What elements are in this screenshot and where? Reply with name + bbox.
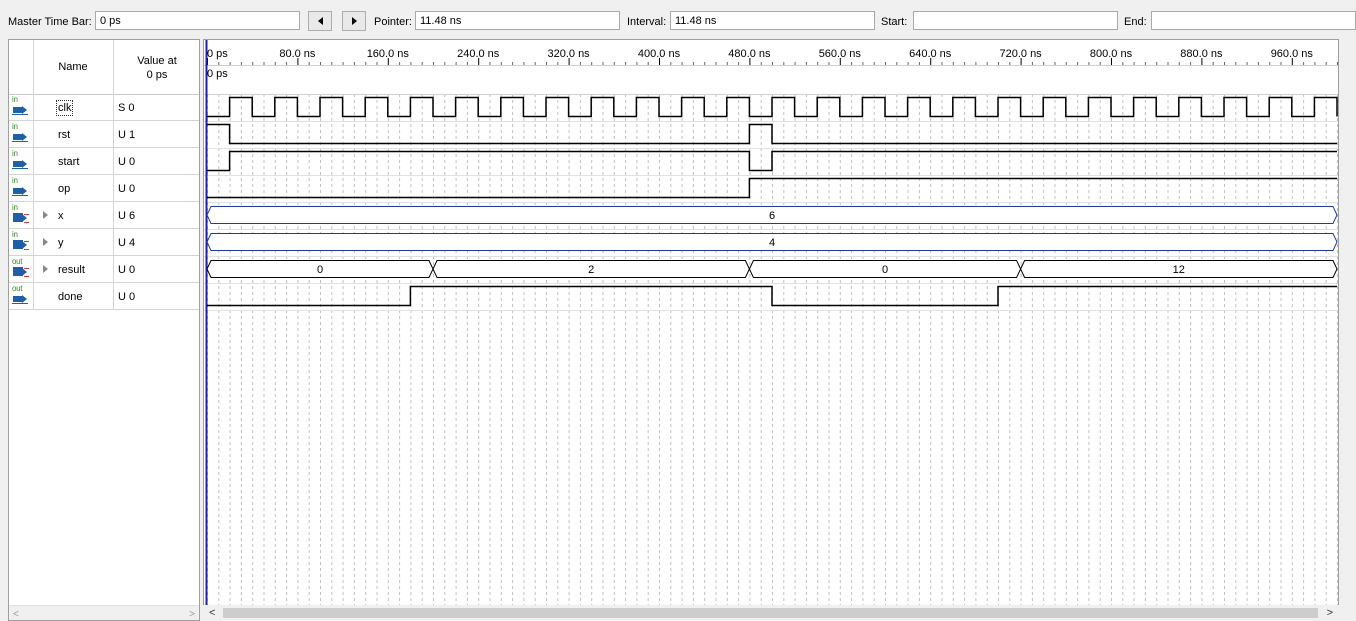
input-pin-icon: in bbox=[12, 176, 30, 197]
bus-value-label: 4 bbox=[769, 237, 775, 249]
signal-value: U 4 bbox=[118, 237, 136, 249]
value-column-header[interactable]: Value at 0 ps bbox=[114, 54, 199, 82]
start-label: Start: bbox=[881, 16, 908, 28]
master-time-bar-field[interactable]: 0 ps bbox=[95, 11, 300, 30]
signal-list-panel: Name Value at 0 ps in clk S 0 in rst U 1 in sta… bbox=[8, 39, 200, 621]
toolbar: Master Time Bar: 0 ps Pointer: 11.48 ns … bbox=[0, 0, 1356, 38]
signal-row[interactable]: in op U 0 bbox=[9, 175, 199, 202]
signal-name: done bbox=[58, 291, 83, 303]
value-header-line1: Value at bbox=[137, 55, 177, 67]
signal-value: S 0 bbox=[118, 102, 135, 114]
time-tick-label: 800.0 ns bbox=[1090, 48, 1133, 60]
time-tick-label: 880.0 ns bbox=[1180, 48, 1223, 60]
value-header-line2: 0 ps bbox=[146, 69, 168, 81]
waveform-hscrollbar[interactable]: < > bbox=[203, 605, 1339, 621]
pointer-label: Pointer: bbox=[374, 16, 412, 28]
name-column-header[interactable]: Name bbox=[33, 61, 113, 73]
bus-value-label: 0 bbox=[317, 264, 323, 276]
time-tick-label: 960.0 ns bbox=[1271, 48, 1314, 60]
signal-value: U 0 bbox=[118, 291, 136, 303]
output-pin-icon: out bbox=[12, 284, 30, 305]
scroll-left-icon[interactable]: < bbox=[209, 607, 215, 619]
input-pin-icon: in bbox=[12, 203, 30, 224]
start-field[interactable] bbox=[913, 11, 1118, 30]
time-tick-label: 560.0 ns bbox=[819, 48, 862, 60]
signal-name: result bbox=[58, 264, 85, 276]
arrow-left-icon bbox=[317, 17, 323, 25]
expand-icon[interactable] bbox=[43, 238, 48, 246]
time-tick-label: 240.0 ns bbox=[457, 48, 500, 60]
time-tick-label: 0 ps bbox=[207, 48, 228, 60]
input-pin-icon: in bbox=[12, 95, 30, 116]
master-time-bar-label: Master Time Bar: bbox=[8, 16, 92, 28]
scroll-right-icon[interactable]: > bbox=[1327, 607, 1333, 619]
expand-icon[interactable] bbox=[43, 265, 48, 273]
signal-row[interactable]: in rst U 1 bbox=[9, 121, 199, 148]
waveform-done[interactable] bbox=[207, 285, 1337, 307]
signal-value: U 0 bbox=[118, 183, 136, 195]
input-pin-icon: in bbox=[12, 149, 30, 170]
signal-row[interactable]: in y U 4 bbox=[9, 229, 199, 256]
interval-label: Interval: bbox=[627, 16, 667, 28]
signal-name: op bbox=[58, 183, 71, 195]
input-pin-icon: in bbox=[12, 122, 30, 143]
waveform-canvas[interactable]: 0 ps 80.0 ns 160.0 ns 240.0 ns 320.0 ns 400.0… bbox=[204, 40, 1339, 621]
scroll-left-icon[interactable]: < bbox=[13, 609, 19, 620]
time-tick-label: 640.0 ns bbox=[909, 48, 952, 60]
signal-name: start bbox=[58, 156, 80, 168]
signal-value: U 1 bbox=[118, 129, 136, 141]
waveform-op[interactable] bbox=[207, 177, 1337, 199]
bus-value-label: 2 bbox=[588, 264, 594, 276]
time-tick-label: 160.0 ns bbox=[367, 48, 410, 60]
signal-name: x bbox=[58, 210, 64, 222]
signal-value: U 0 bbox=[118, 264, 136, 276]
time-tick-label: 720.0 ns bbox=[999, 48, 1042, 60]
signal-name: clk bbox=[55, 100, 74, 116]
output-pin-icon: out bbox=[12, 257, 30, 278]
master-time-marker-label: 0 ps bbox=[207, 68, 228, 80]
signal-row[interactable]: in x U 6 bbox=[9, 202, 199, 229]
scroll-right-icon[interactable]: > bbox=[189, 609, 195, 620]
next-transition-button[interactable] bbox=[342, 11, 366, 31]
waveform-vscrollbar[interactable] bbox=[1339, 39, 1356, 605]
time-tick-label: 80.0 ns bbox=[279, 48, 316, 60]
waveform-panel[interactable]: 0 ps 80.0 ns 160.0 ns 240.0 ns 320.0 ns 400.0… bbox=[203, 39, 1339, 621]
interval-field[interactable]: 11.48 ns bbox=[670, 11, 875, 30]
signal-list-header: Name Value at 0 ps bbox=[9, 40, 199, 95]
bus-value-label: 6 bbox=[769, 210, 775, 222]
arrow-right-icon bbox=[351, 17, 357, 25]
signal-name: rst bbox=[58, 129, 71, 141]
signal-name: y bbox=[58, 237, 64, 249]
expand-icon[interactable] bbox=[43, 211, 48, 219]
signal-row[interactable]: out done U 0 bbox=[9, 283, 199, 310]
bus-value-label: 0 bbox=[882, 264, 888, 276]
waveform-rst[interactable] bbox=[207, 123, 1337, 145]
input-pin-icon: in bbox=[12, 230, 30, 251]
time-tick-label: 320.0 ns bbox=[547, 48, 590, 60]
signal-row[interactable]: out result U 0 bbox=[9, 256, 199, 283]
end-field[interactable] bbox=[1151, 11, 1356, 30]
time-tick-label: 400.0 ns bbox=[638, 48, 681, 60]
bus-value-label: 12 bbox=[1173, 264, 1185, 276]
prev-transition-button[interactable] bbox=[308, 11, 332, 31]
end-label: End: bbox=[1124, 16, 1147, 28]
signal-value: U 0 bbox=[118, 156, 136, 168]
signal-row[interactable]: in clk S 0 bbox=[9, 94, 199, 121]
time-tick-label: 480.0 ns bbox=[728, 48, 771, 60]
pointer-field[interactable]: 11.48 ns bbox=[415, 11, 620, 30]
signal-value: U 6 bbox=[118, 210, 136, 222]
signal-row[interactable]: in start U 0 bbox=[9, 148, 199, 175]
hscroll-thumb[interactable] bbox=[223, 608, 1318, 618]
signal-list-hscrollbar[interactable]: < > bbox=[9, 605, 199, 620]
